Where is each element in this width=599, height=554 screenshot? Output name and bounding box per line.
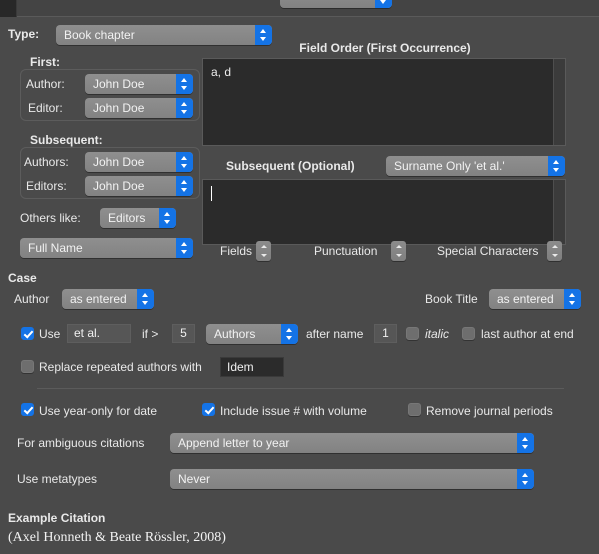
- chevron-updown-icon: [281, 324, 298, 344]
- punctuation-inserter-stepper[interactable]: [391, 241, 406, 261]
- use-year-only-label: Use year-only for date: [39, 404, 158, 418]
- chevron-updown-icon: [137, 289, 154, 309]
- case-heading: Case: [8, 271, 37, 285]
- others-like-label: Others like:: [20, 211, 81, 225]
- case-author-value: as entered: [70, 292, 127, 306]
- case-author-popup[interactable]: as entered: [62, 289, 154, 309]
- subsequent-optional-popup-value: Surname Only 'et al.': [394, 159, 505, 173]
- subsequent-editors-label: Editors:: [26, 179, 67, 193]
- name-format-value: Full Name: [28, 241, 83, 255]
- field-order-textarea[interactable]: a, d: [202, 58, 566, 146]
- replace-repeated-authors-field[interactable]: Idem: [220, 357, 284, 377]
- replace-repeated-authors-value: Idem: [227, 359, 254, 374]
- case-book-title-value: as entered: [497, 292, 554, 306]
- chevron-updown-icon: [159, 208, 176, 228]
- ambiguous-citations-value: Append letter to year: [178, 436, 290, 450]
- name-format-popup[interactable]: Full Name: [20, 238, 193, 258]
- others-like-value: Editors: [108, 211, 146, 225]
- subsequent-optional-popup[interactable]: Surname Only 'et al.': [386, 156, 565, 176]
- first-author-popup[interactable]: John Doe: [85, 74, 193, 94]
- after-name-value: 1: [382, 326, 389, 340]
- case-book-title-label: Book Title: [425, 292, 478, 306]
- others-like-popup[interactable]: Editors: [100, 208, 176, 228]
- subsequent-optional-title: Subsequent (Optional): [226, 159, 355, 173]
- clipped-top-row: [17, 0, 599, 16]
- chevron-updown-icon: [176, 176, 193, 196]
- etal-text-field[interactable]: et al.: [67, 324, 131, 343]
- settings-content: Type: Book chapter First: Author: John D…: [0, 17, 582, 554]
- replace-repeated-authors-label: Replace repeated authors with: [39, 360, 202, 374]
- include-issue-checkbox[interactable]: [202, 403, 215, 416]
- first-author-label: Author:: [26, 77, 65, 91]
- chevron-updown-icon: [176, 98, 193, 118]
- use-metatypes-value: Never: [178, 472, 211, 486]
- first-editor-value: John Doe: [93, 101, 145, 115]
- fields-inserter-stepper[interactable]: [256, 241, 271, 261]
- special-characters-inserter-label: Special Characters: [437, 244, 539, 258]
- chevron-updown-icon: [564, 289, 581, 309]
- subsequent-editors-value: John Doe: [93, 179, 145, 193]
- punctuation-inserter-label: Punctuation: [314, 244, 378, 258]
- use-metatypes-label: Use metatypes: [17, 472, 98, 486]
- use-etal-checkbox[interactable]: [21, 327, 34, 340]
- remove-journal-periods-label: Remove journal periods: [426, 404, 553, 418]
- italic-checkbox[interactable]: [406, 327, 419, 340]
- chevron-updown-icon: [176, 74, 193, 94]
- ambiguous-citations-popup[interactable]: Append letter to year: [170, 433, 534, 453]
- special-characters-inserter-stepper[interactable]: [547, 241, 562, 261]
- last-author-at-end-label: last author at end: [481, 327, 574, 341]
- etal-threshold-value: 5: [180, 326, 187, 340]
- last-author-at-end-checkbox[interactable]: [462, 327, 475, 340]
- chevron-updown-icon: [517, 469, 534, 489]
- clipped-top-popup[interactable]: [280, 0, 392, 8]
- first-editor-label: Editor:: [28, 101, 63, 115]
- use-year-only-checkbox[interactable]: [21, 403, 34, 416]
- preferences-citation-style-pane: Type: Book chapter First: Author: John D…: [0, 0, 599, 554]
- ambiguous-citations-label: For ambiguous citations: [17, 436, 145, 450]
- etal-text-value: et al.: [74, 326, 101, 340]
- etal-unit-value: Authors: [214, 327, 256, 341]
- remove-journal-periods-checkbox[interactable]: [408, 403, 421, 416]
- subsequent-authors-popup[interactable]: John Doe: [85, 152, 193, 172]
- subsequent-optional-scrollbar[interactable]: [553, 180, 565, 244]
- etal-threshold-field[interactable]: 5: [172, 324, 195, 343]
- example-citation-heading: Example Citation: [8, 511, 106, 525]
- etal-unit-popup[interactable]: Authors: [206, 324, 298, 344]
- replace-repeated-authors-checkbox[interactable]: [21, 360, 34, 373]
- chevron-updown-icon: [375, 0, 392, 8]
- field-order-title: Field Order (First Occurrence): [299, 41, 471, 55]
- fields-inserter-label: Fields: [220, 244, 253, 258]
- first-editor-popup[interactable]: John Doe: [85, 98, 193, 118]
- subsequent-group-label: Subsequent:: [30, 133, 103, 147]
- type-label: Type:: [8, 27, 40, 41]
- subsequent-editors-popup[interactable]: John Doe: [85, 176, 193, 196]
- example-citation-text: (Axel Honneth & Beate Rössler, 2008): [8, 530, 226, 545]
- chevron-updown-icon: [517, 433, 534, 453]
- after-name-label: after name: [306, 327, 364, 341]
- use-metatypes-popup[interactable]: Never: [170, 469, 534, 489]
- if-greater-label: if >: [142, 327, 159, 341]
- chevron-updown-icon: [548, 156, 565, 176]
- chevron-updown-icon: [176, 152, 193, 172]
- field-order-text: a, d: [211, 65, 232, 79]
- use-etal-label: Use: [39, 327, 61, 341]
- field-order-scrollbar[interactable]: [553, 59, 565, 145]
- text-caret: [211, 186, 212, 201]
- subsequent-authors-value: John Doe: [93, 155, 145, 169]
- subsequent-optional-textarea[interactable]: [202, 179, 566, 245]
- first-group-label: First:: [30, 55, 60, 69]
- first-author-value: John Doe: [93, 77, 145, 91]
- subsequent-authors-label: Authors:: [24, 155, 69, 169]
- section-divider: [37, 388, 564, 389]
- italic-label: italic: [425, 327, 450, 341]
- after-name-field[interactable]: 1: [374, 324, 397, 343]
- include-issue-label: Include issue # with volume: [220, 404, 367, 418]
- chevron-updown-icon: [176, 238, 193, 258]
- case-book-title-popup[interactable]: as entered: [489, 289, 581, 309]
- case-author-label: Author: [14, 292, 50, 306]
